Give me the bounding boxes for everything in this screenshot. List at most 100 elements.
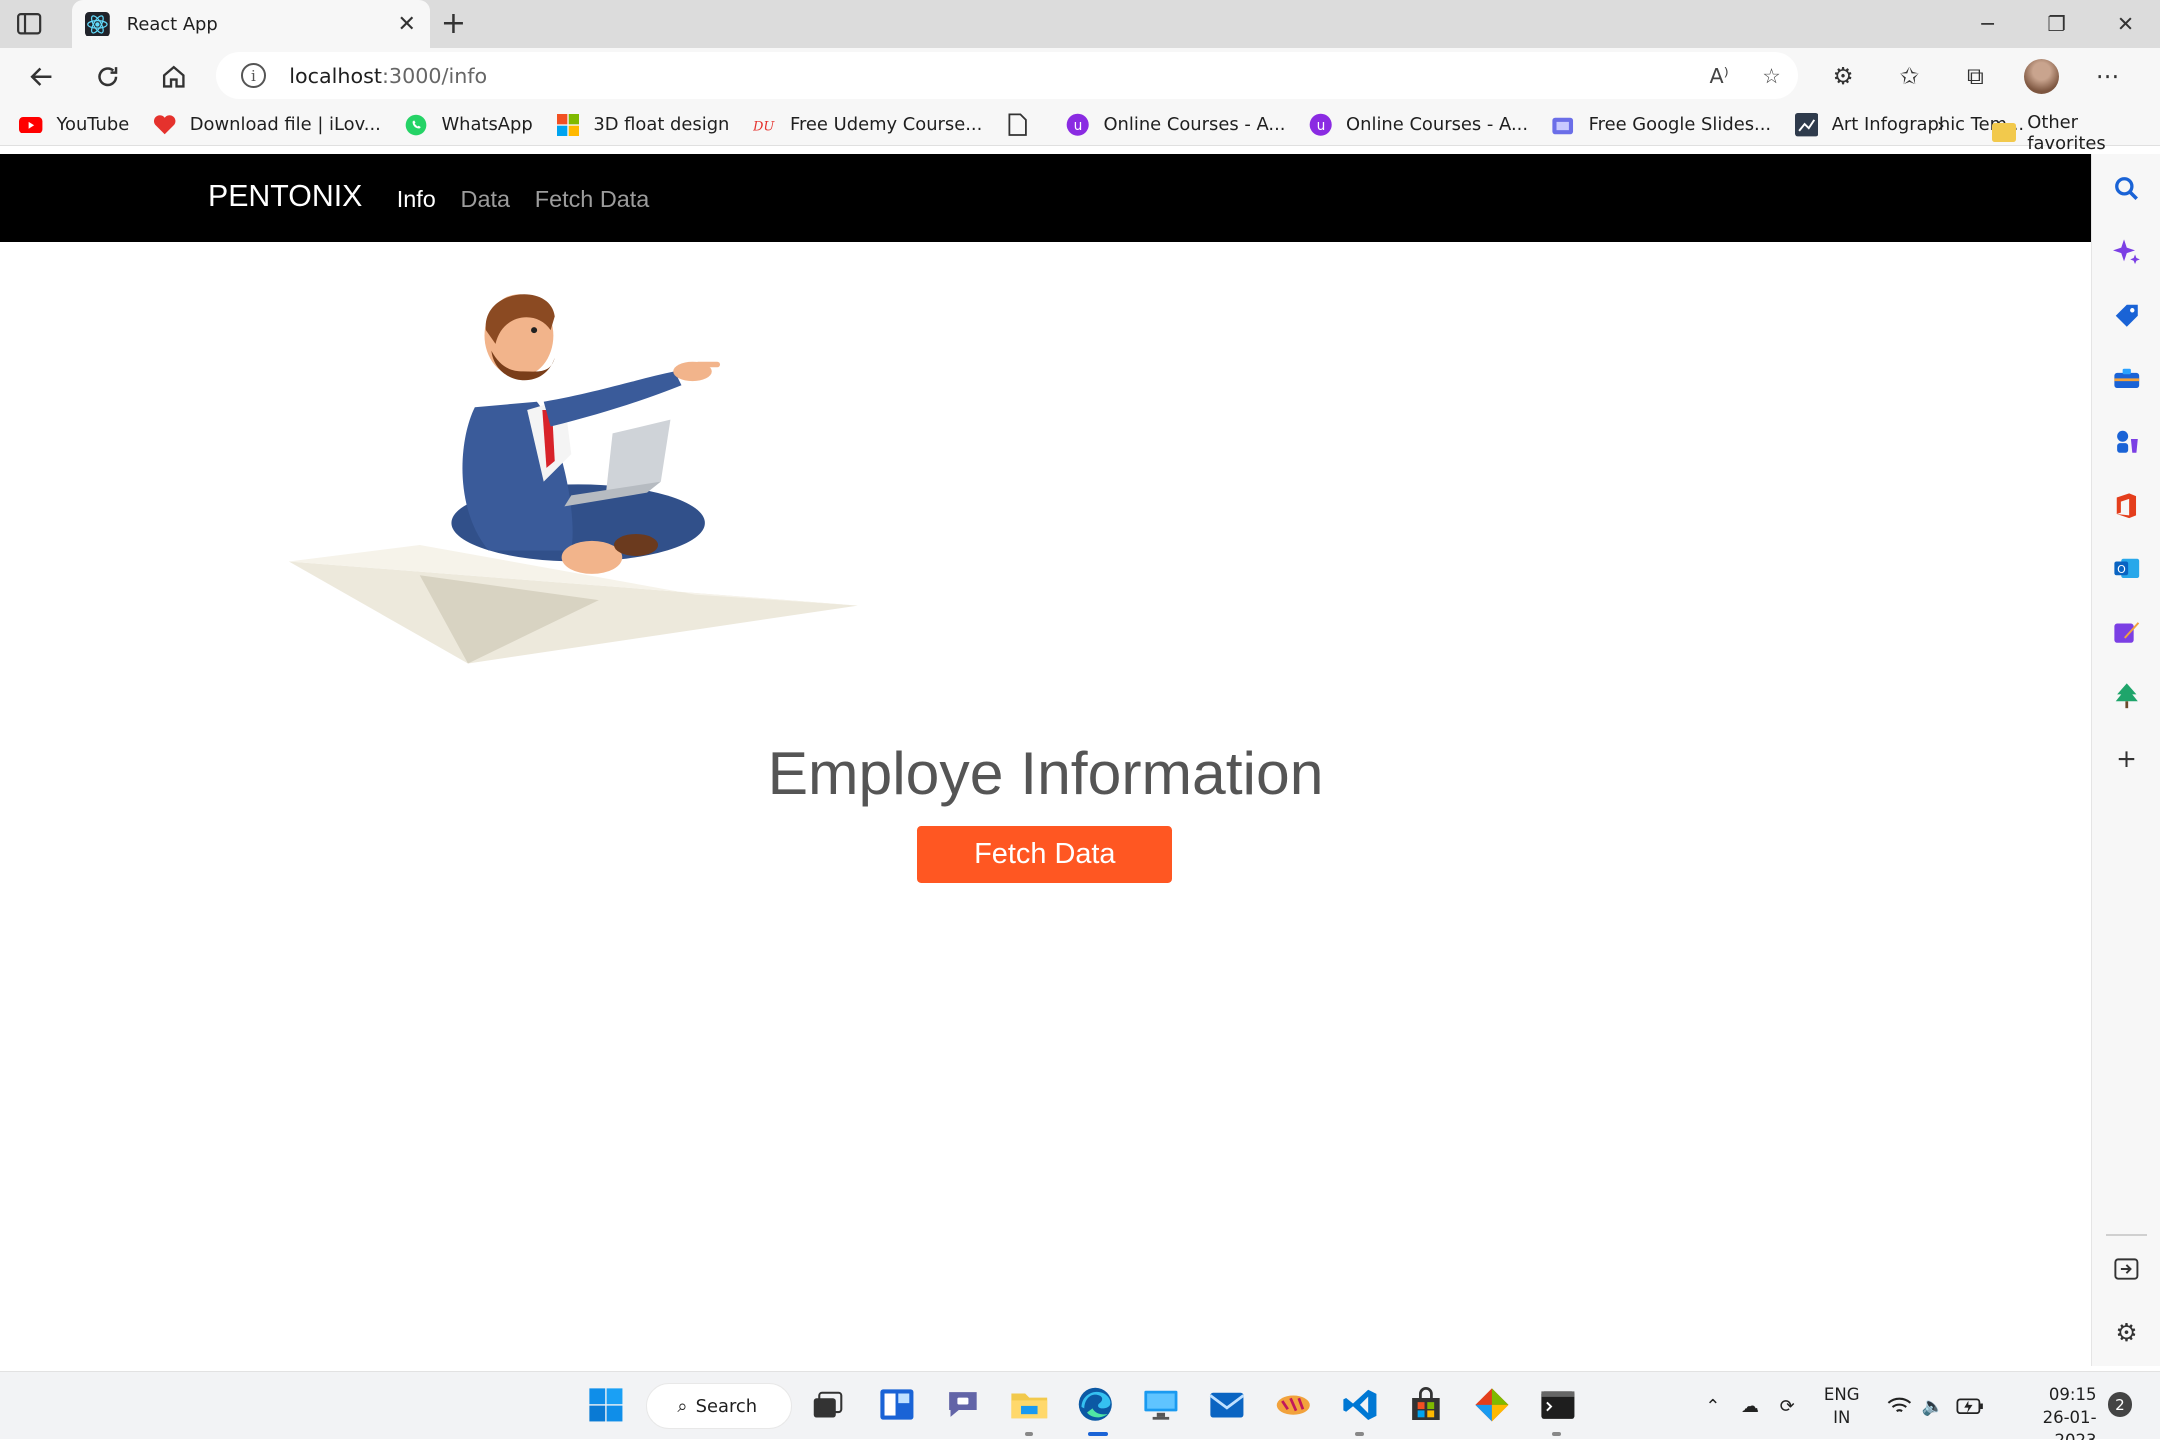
tree-icon[interactable] (2111, 680, 2141, 710)
youtube-icon (19, 113, 43, 136)
system-clock[interactable]: 09:15 26-01-2023 (2004, 1383, 2097, 1440)
search-icon[interactable] (2111, 174, 2141, 204)
profile-avatar[interactable] (2023, 58, 2060, 95)
document-icon (1006, 113, 1029, 137)
wifi-icon[interactable] (1887, 1372, 1912, 1440)
show-hidden-icons-chevron-icon[interactable]: ⌃ (1705, 1372, 1720, 1440)
infographic-icon (1794, 113, 1818, 137)
course-icon: u (1066, 113, 1090, 136)
file-explorer-icon[interactable] (1008, 1384, 1049, 1425)
refresh-icon[interactable] (90, 59, 126, 95)
more-menu-icon[interactable]: ⋯ (2075, 62, 2141, 90)
tab-title: React App (126, 13, 218, 35)
bookmark-label: Online Courses - A... (1346, 114, 1529, 136)
bookmark-art-infographic[interactable]: Art Infographic Tem... (1794, 113, 2024, 137)
running-indicator (1355, 1432, 1364, 1437)
search-label: Search (695, 1395, 758, 1417)
shopping-tag-icon[interactable] (2111, 300, 2141, 330)
nav-link-data[interactable]: Data (461, 186, 510, 213)
new-tab-icon[interactable]: + (441, 6, 466, 41)
close-tab-icon[interactable]: ✕ (398, 12, 416, 37)
slides-icon (1551, 113, 1574, 136)
bookmark-document[interactable] (1006, 113, 1043, 137)
collections-icon[interactable]: ⧉ (1942, 62, 2008, 90)
candy-crush-icon[interactable] (1273, 1384, 1314, 1425)
bookmark-youtube[interactable]: YouTube (19, 113, 129, 136)
nav-link-fetch-data[interactable]: Fetch Data (535, 186, 649, 213)
widgets-icon[interactable] (876, 1384, 917, 1425)
course-icon: u (1309, 113, 1332, 136)
bookmark-label: Other favorites (2027, 111, 2106, 154)
page-title: Employe Information (767, 739, 1324, 808)
bookmark-online-courses-1[interactable]: u Online Courses - A... (1066, 113, 1285, 136)
bookmark-online-courses-2[interactable]: u Online Courses - A... (1309, 113, 1528, 136)
tab-actions-icon[interactable] (14, 10, 44, 38)
bookmark-udemy[interactable]: DU Free Udemy Course... (753, 113, 983, 136)
hide-sidebar-icon[interactable] (2111, 1254, 2141, 1284)
bookmark-3d-float[interactable]: 3D float design (556, 113, 729, 136)
browser-titlebar: React App ✕ + ─ ❐ ✕ (0, 0, 2160, 49)
add-icon[interactable]: + (2111, 744, 2141, 774)
onedrive-icon[interactable]: ☁ (1741, 1372, 1759, 1440)
read-aloud-icon[interactable]: A⁾ (1693, 64, 1745, 88)
store-icon[interactable] (1405, 1384, 1446, 1425)
region-code: IN (1833, 1408, 1851, 1428)
restore-icon[interactable]: ❐ (2022, 0, 2091, 48)
taskbar-search[interactable]: ⌕ Search (646, 1382, 793, 1430)
windows-taskbar: ⌕ Search ⌃ ☁ ⟳ ENG IN 🔈 09:15 26-01- 2 (0, 1370, 2160, 1440)
games-icon[interactable] (2111, 427, 2141, 457)
fetch-data-button[interactable]: Fetch Data (917, 826, 1173, 883)
tools-icon[interactable] (2111, 364, 2141, 394)
edge-sidebar: O + ⚙ (2091, 154, 2160, 1367)
notification-badge[interactable]: 2 (2107, 1392, 2133, 1418)
battery-icon[interactable] (1956, 1372, 1984, 1440)
teams-chat-icon[interactable] (942, 1384, 983, 1425)
designer-icon[interactable] (2111, 617, 2141, 647)
bookmark-whatsapp[interactable]: WhatsApp (404, 113, 533, 136)
folder-icon (1991, 122, 2017, 143)
brand-logo[interactable]: PENTONIX (208, 180, 362, 214)
vscode-icon[interactable] (1339, 1384, 1380, 1425)
mail-icon[interactable] (1207, 1384, 1248, 1425)
volume-icon[interactable]: 🔈 (1922, 1372, 1944, 1440)
url-path: :3000/info (381, 63, 488, 88)
favorites-icon[interactable]: ✩ (1876, 62, 1942, 90)
outlook-icon[interactable]: O (2111, 554, 2141, 584)
minimize-icon[interactable]: ─ (1953, 0, 2022, 48)
app-navbar: PENTONIX Info Data Fetch Data (0, 154, 2092, 243)
site-icon: DU (753, 113, 776, 136)
add-favorite-icon[interactable]: ☆ (1745, 64, 1797, 88)
start-windows-icon[interactable] (585, 1384, 626, 1425)
bookmark-label: Free Udemy Course... (789, 114, 983, 136)
task-view-icon[interactable] (807, 1384, 848, 1425)
home-icon[interactable] (156, 59, 192, 95)
sparkle-icon[interactable] (2111, 237, 2141, 267)
sync-icon[interactable]: ⟳ (1780, 1372, 1795, 1440)
edge-browser-icon[interactable] (1074, 1384, 1115, 1425)
bookmark-google-slides[interactable]: Free Google Slides... (1551, 113, 1771, 136)
chevron-right-icon[interactable]: › (1937, 113, 1945, 137)
back-icon[interactable] (23, 59, 59, 95)
hero-illustration (282, 275, 867, 674)
bookmark-label: 3D float design (593, 114, 730, 136)
remote-desktop-icon[interactable] (1141, 1384, 1182, 1425)
settings-gear-icon[interactable]: ⚙ (2111, 1317, 2141, 1347)
extensions-icon[interactable]: ⚙ (1810, 62, 1876, 90)
app-diamond-icon[interactable] (1471, 1384, 1512, 1425)
browser-toolbar: i localhost:3000/info A⁾ ☆ ⚙ ✩ ⧉ ⋯ (0, 48, 2160, 105)
office-icon[interactable] (2111, 490, 2141, 520)
bookmark-other-favorites[interactable]: Other favorites (1991, 111, 2160, 154)
page-content: PENTONIX Info Data Fetch Data Employe In… (0, 154, 2092, 1367)
site-info-icon[interactable]: i (241, 63, 266, 89)
language-code: ENG (1823, 1384, 1860, 1404)
bookmark-ilovepdf[interactable]: Download file | iLov... (153, 113, 381, 136)
address-bar[interactable]: i localhost:3000/info A⁾ ☆ (216, 52, 1798, 100)
language-indicator[interactable]: ENG IN (1821, 1383, 1862, 1430)
tab-react-app[interactable]: React App ✕ (71, 0, 430, 49)
nav-link-info[interactable]: Info (397, 186, 436, 213)
svg-text:DU: DU (753, 119, 775, 133)
sidebar-divider (2105, 1234, 2148, 1236)
bookmark-label: Online Courses - A... (1103, 114, 1286, 136)
terminal-icon[interactable] (1537, 1384, 1578, 1425)
close-window-icon[interactable]: ✕ (2091, 0, 2160, 48)
